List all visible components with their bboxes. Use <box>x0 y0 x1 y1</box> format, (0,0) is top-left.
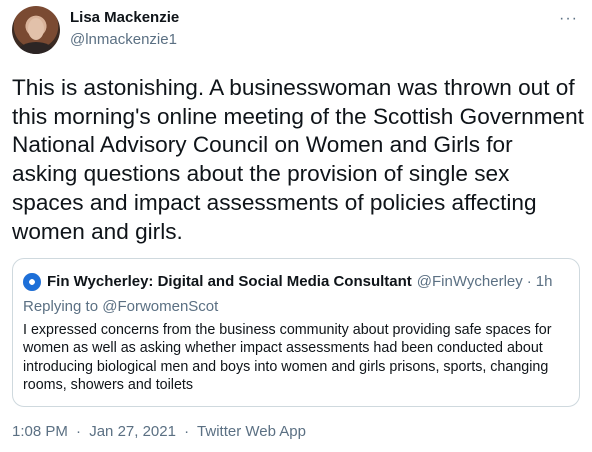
quoted-tweet-card[interactable]: Fin Wycherley: Digital and Social Media … <box>12 258 580 407</box>
replying-to-label: Replying to <box>23 298 99 315</box>
author-handle[interactable]: @lnmackenzie1 <box>70 30 179 50</box>
meta-separator: · <box>184 423 190 440</box>
author-display-name[interactable]: Lisa Mackenzie <box>70 8 179 28</box>
quoted-timestamp: 1h <box>535 273 553 290</box>
more-options-icon[interactable]: ··· <box>559 10 578 28</box>
quoted-tweet-text: I expressed concerns from the business c… <box>23 322 552 393</box>
avatar-shoulders <box>18 42 54 54</box>
author-avatar[interactable] <box>12 6 60 54</box>
meta-separator: · <box>76 423 82 440</box>
quoted-tweet-header: Fin Wycherley: Digital and Social Media … <box>23 273 552 291</box>
author-block: Lisa Mackenzie @lnmackenzie1 <box>70 8 179 50</box>
quoted-author-avatar <box>23 273 41 291</box>
tweet: Lisa Mackenzie @lnmackenzie1 ··· This is… <box>0 0 592 452</box>
quoted-author-name: Fin Wycherley: Digital and Social Media … <box>47 273 412 290</box>
tweet-source[interactable]: Twitter Web App <box>197 423 306 440</box>
replying-to-mention[interactable]: @ForwomenScot <box>102 298 218 315</box>
tweet-meta: 1:08 PM · Jan 27, 2021 · Twitter Web App <box>12 423 306 440</box>
tweet-date[interactable]: Jan 27, 2021 <box>89 423 176 440</box>
quoted-replying-to: Replying to @ForwomenScot <box>23 297 218 317</box>
quoted-author-handle: @FinWycherley <box>416 273 523 290</box>
quoted-separator: · <box>526 273 532 290</box>
tweet-time[interactable]: 1:08 PM <box>12 423 68 440</box>
tweet-text: This is astonishing. A businesswoman was… <box>12 75 584 244</box>
avatar-face <box>28 18 44 40</box>
